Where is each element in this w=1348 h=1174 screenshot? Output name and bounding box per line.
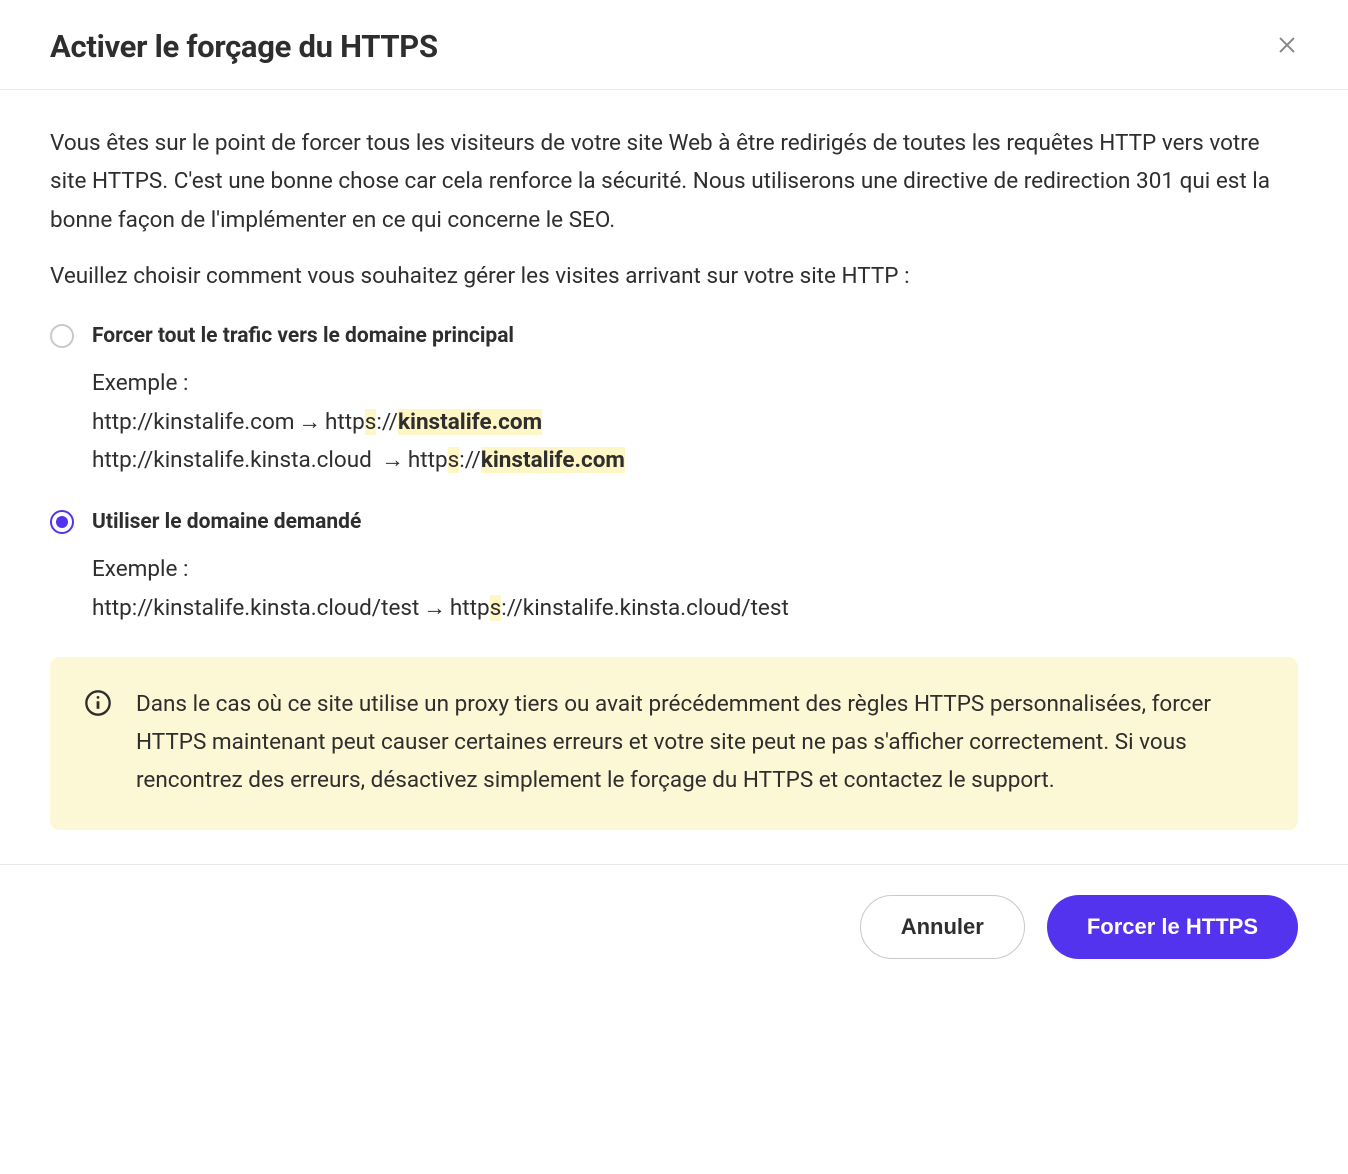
confirm-button[interactable]: Forcer le HTTPS: [1047, 895, 1298, 959]
example-force-primary: Exemple : http://kinstalife.com→https://…: [92, 364, 1298, 479]
arrow-icon: →: [299, 409, 322, 435]
info-icon: [84, 689, 112, 717]
radio-force-primary[interactable]: [50, 324, 74, 348]
option-force-primary-label: Forcer tout le trafic vers le domaine pr…: [92, 323, 514, 350]
intro-text: Vous êtes sur le point de forcer tous le…: [50, 124, 1298, 239]
https-force-modal: Activer le forçage du HTTPS Vous êtes su…: [0, 0, 1348, 989]
example-line-2: http://kinstalife.kinsta.cloud →https://…: [92, 441, 1298, 479]
close-icon: [1276, 34, 1298, 56]
arrow-icon: →: [423, 595, 446, 621]
modal-body: Vous êtes sur le point de forcer tous le…: [0, 90, 1348, 864]
warning-text: Dans le cas où ce site utilise un proxy …: [136, 685, 1264, 800]
example-line-1: http://kinstalife.kinsta.cloud/test→http…: [92, 589, 1298, 627]
choose-text: Veuillez choisir comment vous souhaitez …: [50, 257, 1298, 295]
example-label: Exemple :: [92, 364, 1298, 402]
cancel-button[interactable]: Annuler: [860, 895, 1025, 959]
option-force-primary[interactable]: Forcer tout le trafic vers le domaine pr…: [50, 323, 1298, 350]
warning-box: Dans le cas où ce site utilise un proxy …: [50, 657, 1298, 830]
example-line-1: http://kinstalife.com→https://kinstalife…: [92, 403, 1298, 441]
example-label: Exemple :: [92, 550, 1298, 588]
radio-use-requested[interactable]: [50, 510, 74, 534]
option-use-requested[interactable]: Utiliser le domaine demandé: [50, 509, 1298, 536]
modal-title: Activer le forçage du HTTPS: [50, 28, 438, 65]
close-button[interactable]: [1272, 30, 1302, 63]
modal-footer: Annuler Forcer le HTTPS: [0, 864, 1348, 989]
modal-header: Activer le forçage du HTTPS: [0, 0, 1348, 90]
arrow-icon: →: [381, 447, 404, 473]
example-use-requested: Exemple : http://kinstalife.kinsta.cloud…: [92, 550, 1298, 627]
option-use-requested-label: Utiliser le domaine demandé: [92, 509, 361, 536]
